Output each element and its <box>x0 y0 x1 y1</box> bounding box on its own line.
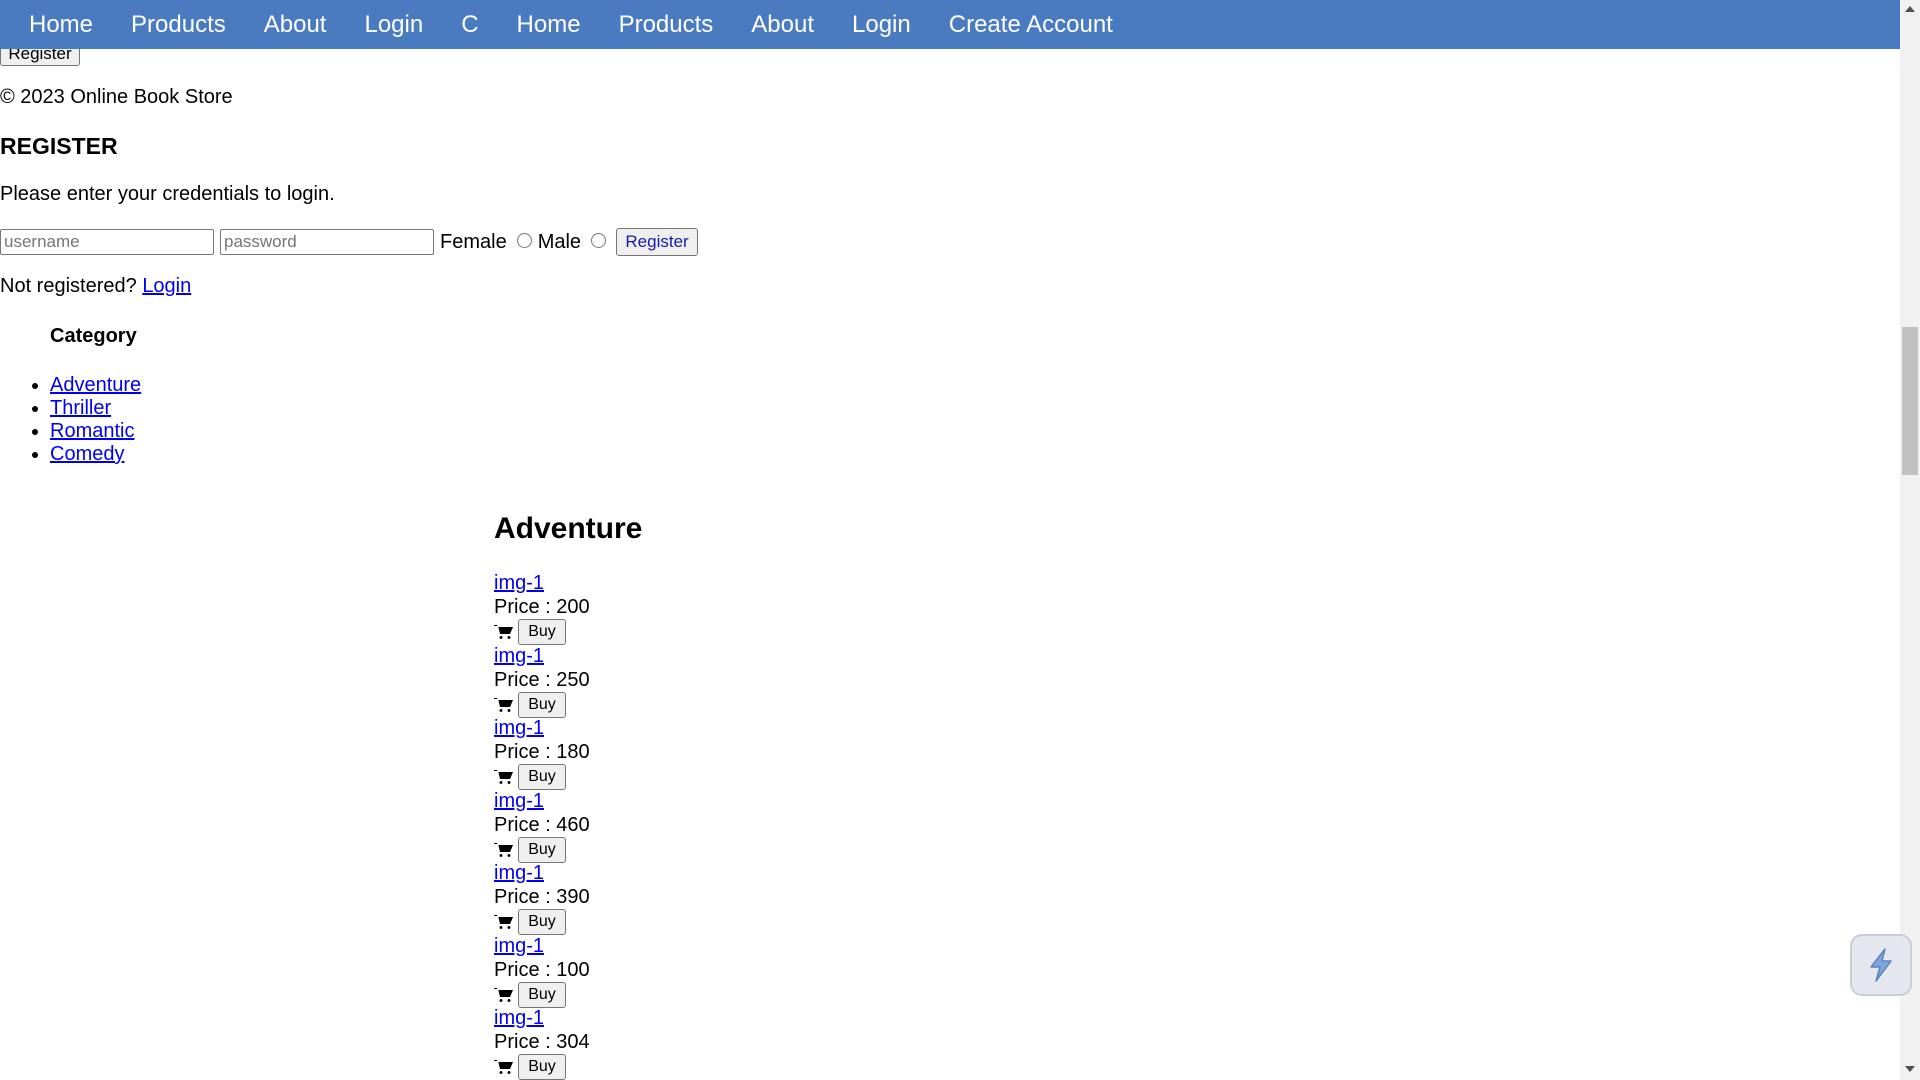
nav-about-2[interactable]: About <box>732 0 833 49</box>
product-image-link[interactable]: img-1 <box>494 716 590 740</box>
buy-button[interactable]: Buy <box>518 619 566 645</box>
register-form: Female Male Register <box>0 228 699 256</box>
product-list: img-1 Price : 200 Buy img-1 Price : 250 … <box>494 571 590 1080</box>
login-link[interactable]: Login <box>142 275 191 297</box>
shopping-cart-icon <box>494 1060 513 1074</box>
category-link-thriller[interactable]: Thriller <box>50 397 111 419</box>
register-submit-button[interactable]: Register <box>616 228 699 256</box>
not-registered-label: Not registered? <box>0 275 137 297</box>
male-label: Male <box>537 230 582 253</box>
product-price: Price : 304 <box>494 1031 590 1053</box>
nav-login-2[interactable]: Login <box>833 0 930 49</box>
product-price: Price : 390 <box>494 886 590 908</box>
vertical-scrollbar[interactable] <box>1900 0 1920 1080</box>
buy-row: Buy <box>494 691 590 718</box>
product-image-link[interactable]: img-1 <box>494 934 590 958</box>
category-item: Thriller <box>50 397 141 420</box>
category-item: Romantic <box>50 420 141 443</box>
buy-row: Buy <box>494 619 590 645</box>
footer-copyright: © 2023 Online Book Store <box>0 86 233 108</box>
category-link-romantic[interactable]: Romantic <box>50 420 134 442</box>
product-image-link[interactable]: img-1 <box>494 571 590 595</box>
product-item: img-1 Price : 304 Buy <box>494 1006 590 1080</box>
female-label: Female <box>440 230 507 253</box>
nav-home[interactable]: Home <box>10 0 112 49</box>
nav-about[interactable]: About <box>245 0 346 49</box>
nav-login[interactable]: Login <box>345 0 442 49</box>
product-price: Price : 100 <box>494 958 590 981</box>
category-list: Adventure Thriller Romantic Comedy <box>0 374 141 466</box>
buy-row: Buy <box>494 836 590 863</box>
product-item: img-1 Price : 200 Buy <box>494 571 590 645</box>
product-item: img-1 Price : 250 Buy <box>494 644 590 718</box>
nav-home-2[interactable]: Home <box>498 0 600 49</box>
nav-list: Home Products About Login C Home Product… <box>0 0 1900 49</box>
product-price: Price : 180 <box>494 741 590 763</box>
shopping-cart-icon <box>494 915 513 929</box>
password-input[interactable] <box>220 229 434 255</box>
category-heading: Category <box>50 325 137 347</box>
shopping-cart-icon <box>494 770 513 784</box>
register-instructions: Please enter your credentials to login. <box>0 183 335 205</box>
product-item: img-1 Price : 460 Buy <box>494 789 590 863</box>
product-image-link[interactable]: img-1 <box>494 861 590 885</box>
male-radio[interactable] <box>591 232 607 248</box>
buy-row: Buy <box>494 909 590 935</box>
scroll-down-arrow-icon[interactable] <box>1905 1066 1915 1072</box>
product-price: Price : 250 <box>494 668 590 691</box>
category-item: Comedy <box>50 443 141 466</box>
buy-button[interactable]: Buy <box>518 909 566 935</box>
register-heading: REGISTER <box>0 133 118 159</box>
buy-button[interactable]: Buy <box>518 836 566 863</box>
nav-c[interactable]: C <box>442 0 497 49</box>
product-item: img-1 Price : 100 Buy <box>494 934 590 1008</box>
buy-button[interactable]: Buy <box>518 1054 566 1080</box>
product-image-link[interactable]: img-1 <box>494 1006 590 1030</box>
product-item: img-1 Price : 390 Buy <box>494 861 590 935</box>
buy-row: Buy <box>494 1054 590 1080</box>
shopping-cart-icon <box>494 697 513 712</box>
shopping-cart-icon <box>494 842 513 857</box>
buy-button[interactable]: Buy <box>518 691 566 718</box>
page: Home Products About Login C Home Product… <box>0 0 1900 1080</box>
shopping-cart-icon <box>494 987 513 1002</box>
username-input[interactable] <box>0 229 214 255</box>
product-item: img-1 Price : 180 Buy <box>494 716 590 790</box>
buy-row: Buy <box>494 764 590 790</box>
buy-button[interactable]: Buy <box>518 764 566 790</box>
top-navbar: Home Products About Login C Home Product… <box>0 0 1900 49</box>
product-image-link[interactable]: img-1 <box>494 789 590 813</box>
nav-products[interactable]: Products <box>112 0 245 49</box>
product-price: Price : 460 <box>494 813 590 836</box>
buy-button[interactable]: Buy <box>518 981 566 1008</box>
product-image-link[interactable]: img-1 <box>494 644 590 668</box>
not-registered-text: Not registered? Login <box>0 275 191 298</box>
category-link-adventure[interactable]: Adventure <box>50 374 141 396</box>
shopping-cart-icon <box>494 625 513 639</box>
section-heading: Adventure <box>494 512 643 545</box>
lightning-icon <box>1870 948 1892 982</box>
female-radio[interactable] <box>516 232 532 248</box>
scrollbar-thumb[interactable] <box>1902 327 1918 475</box>
scroll-up-arrow-icon[interactable] <box>1905 6 1915 12</box>
category-link-comedy[interactable]: Comedy <box>50 443 124 465</box>
floating-action-button[interactable] <box>1850 934 1912 996</box>
nav-create-account[interactable]: Create Account <box>930 0 1132 49</box>
nav-products-2[interactable]: Products <box>600 0 733 49</box>
buy-row: Buy <box>494 981 590 1008</box>
category-item: Adventure <box>50 374 141 397</box>
product-price: Price : 200 <box>494 596 590 618</box>
